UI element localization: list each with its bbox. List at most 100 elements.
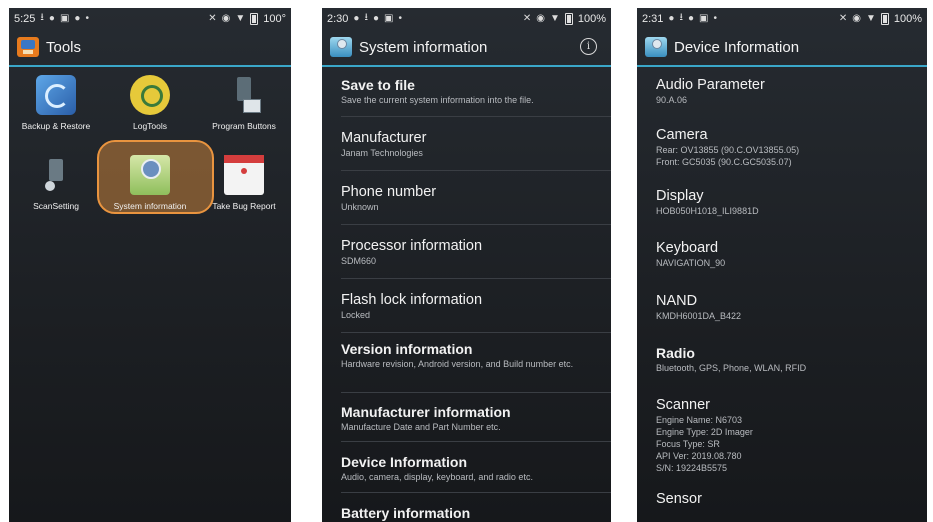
status-bar: 2:31 ● ⭳ ● ▣ • ✕ ◉ ▼ 100% [637,8,927,29]
app-take-bug-report[interactable]: Take Bug Report [197,155,291,221]
location-icon: ● [48,13,55,24]
item-title: Save to file [341,77,415,93]
battery-icon [564,12,573,25]
app-label: Program Buttons [212,121,276,131]
item-title: Radio [656,345,695,361]
item-value: HOB050H1018_ILI9881D [656,206,759,216]
item-value: KMDH6001DA_B422 [656,311,742,321]
list-item[interactable]: Processor information SDM660 [341,238,611,278]
list-item[interactable]: Keyboard NAVIGATION_90 [656,240,927,293]
divider [341,224,611,225]
vibrate-icon: ◉ [536,13,545,24]
item-summary: Hardware revision, Android version, and … [341,359,574,369]
item-value: Front: GC5035 (90.C.GC5035.07) [656,157,792,167]
app-bar: Device Information [637,29,927,67]
app-label: LogTools [132,121,168,131]
wifi-icon: ▼ [865,13,876,24]
dot-icon: • [85,13,89,24]
page-title: Tools [46,38,82,56]
device-information-app-icon [645,37,667,57]
list-item[interactable]: Camera Rear: OV13855 (90.C.OV13855.05) F… [656,127,927,188]
app-backup-restore[interactable]: Backup & Restore [9,75,103,141]
item-title: Manufacturer [341,130,427,146]
vibrate-icon: ◉ [221,13,231,24]
list-item[interactable]: Flash lock information Locked [341,292,611,332]
item-title: Device Information [341,454,468,470]
app-label: Take Bug Report [212,201,276,211]
page-title: Device Information [674,38,800,56]
list-item[interactable]: Device Information Audio, camera, displa… [341,454,611,492]
image-icon: ▣ [384,13,394,24]
list-item[interactable]: Manufacturer Janam Technologies [341,130,611,170]
image-icon: ▣ [699,13,709,24]
divider [341,170,611,171]
app-logtools[interactable]: LogTools [103,75,197,141]
list-item[interactable]: Save to file Save the current system inf… [341,77,611,116]
item-title: Keyboard [656,240,719,256]
status-bar: 2:30 ● ⭳ ● ▣ • ✕ ◉ ▼ 100% [322,8,611,29]
backup-icon [36,75,76,115]
item-title: Sensor [656,491,702,507]
list-item[interactable]: Display HOB050H1018_ILI9881D [656,188,927,240]
item-summary: Audio, camera, display, keyboard, and ra… [341,472,533,482]
app-bar: Tools [9,29,291,67]
list-item[interactable]: Battery information [341,505,611,522]
item-title: Battery information [341,505,471,521]
item-title: Version information [341,341,473,357]
nfc-icon: ✕ [838,13,848,24]
tools-app-icon [17,37,39,57]
divider [341,278,611,279]
wifi-icon: ▼ [549,13,560,24]
battery-level: 100% [577,12,606,25]
list-item[interactable]: Sensor [656,491,927,515]
divider [341,332,611,333]
app-bar: System information i [322,29,611,67]
system-information-icon [130,155,170,195]
status-time: 5:25 [14,12,36,25]
app-program-buttons[interactable]: Program Buttons [197,75,291,141]
item-value: Engine Type: 2D Imager [656,427,753,437]
list-item[interactable]: Scanner Engine Name: N6703 Engine Type: … [656,397,927,491]
status-time: 2:31 [642,12,664,25]
item-title: Scanner [656,397,711,413]
vibrate-icon: ◉ [852,13,861,24]
list-item[interactable]: Manufacturer information Manufacture Dat… [341,404,611,441]
item-title: Audio Parameter [656,77,765,93]
divider [341,492,611,493]
download-icon: ⭳ [364,12,368,23]
divider [341,441,611,442]
item-value: 90.A.06 [656,95,688,105]
status-bar: 5:25 ⭳ ● ▣ ● • ✕ ◉ ▼ 100° [9,8,291,29]
item-title: NAND [656,293,698,309]
list-item[interactable]: Phone number Unknown [341,184,611,224]
scan-setting-icon [36,155,76,195]
item-value: Engine Name: N6703 [656,415,743,425]
info-icon[interactable]: i [580,38,597,55]
list-item[interactable]: NAND KMDH6001DA_B422 [656,293,927,345]
item-summary: Unknown [341,202,379,212]
image-icon: ▣ [59,13,70,24]
item-summary: Manufacture Date and Part Number etc. [341,422,501,432]
bug-report-icon [224,155,264,195]
item-value: Focus Type: SR [656,439,720,449]
item-title: Flash lock information [341,292,483,308]
program-buttons-icon [224,75,264,115]
app-scansetting[interactable]: ScanSetting [9,155,103,221]
nfc-icon: ✕ [522,13,532,24]
list-item[interactable]: Audio Parameter 90.A.06 [656,77,927,127]
location-icon: ● [74,13,81,24]
wifi-icon: ▼ [235,13,246,24]
item-title: Manufacturer information [341,404,511,420]
item-title: Display [656,188,704,204]
list-item[interactable]: Version information Hardware revision, A… [341,341,611,392]
item-title: Camera [656,127,708,143]
device-information-screen: 2:31 ● ⭳ ● ▣ • ✕ ◉ ▼ 100% Device Informa… [637,8,927,522]
divider [341,116,611,117]
item-value: S/N: 19224B5575 [656,463,728,473]
battery-level: 100% [893,12,922,25]
app-system-information[interactable]: System information [103,155,197,221]
item-value: NAVIGATION_90 [656,258,726,268]
item-title: Phone number [341,184,437,200]
item-title: Processor information [341,238,483,254]
list-item[interactable]: Radio Bluetooth, GPS, Phone, WLAN, RFID [656,345,927,397]
